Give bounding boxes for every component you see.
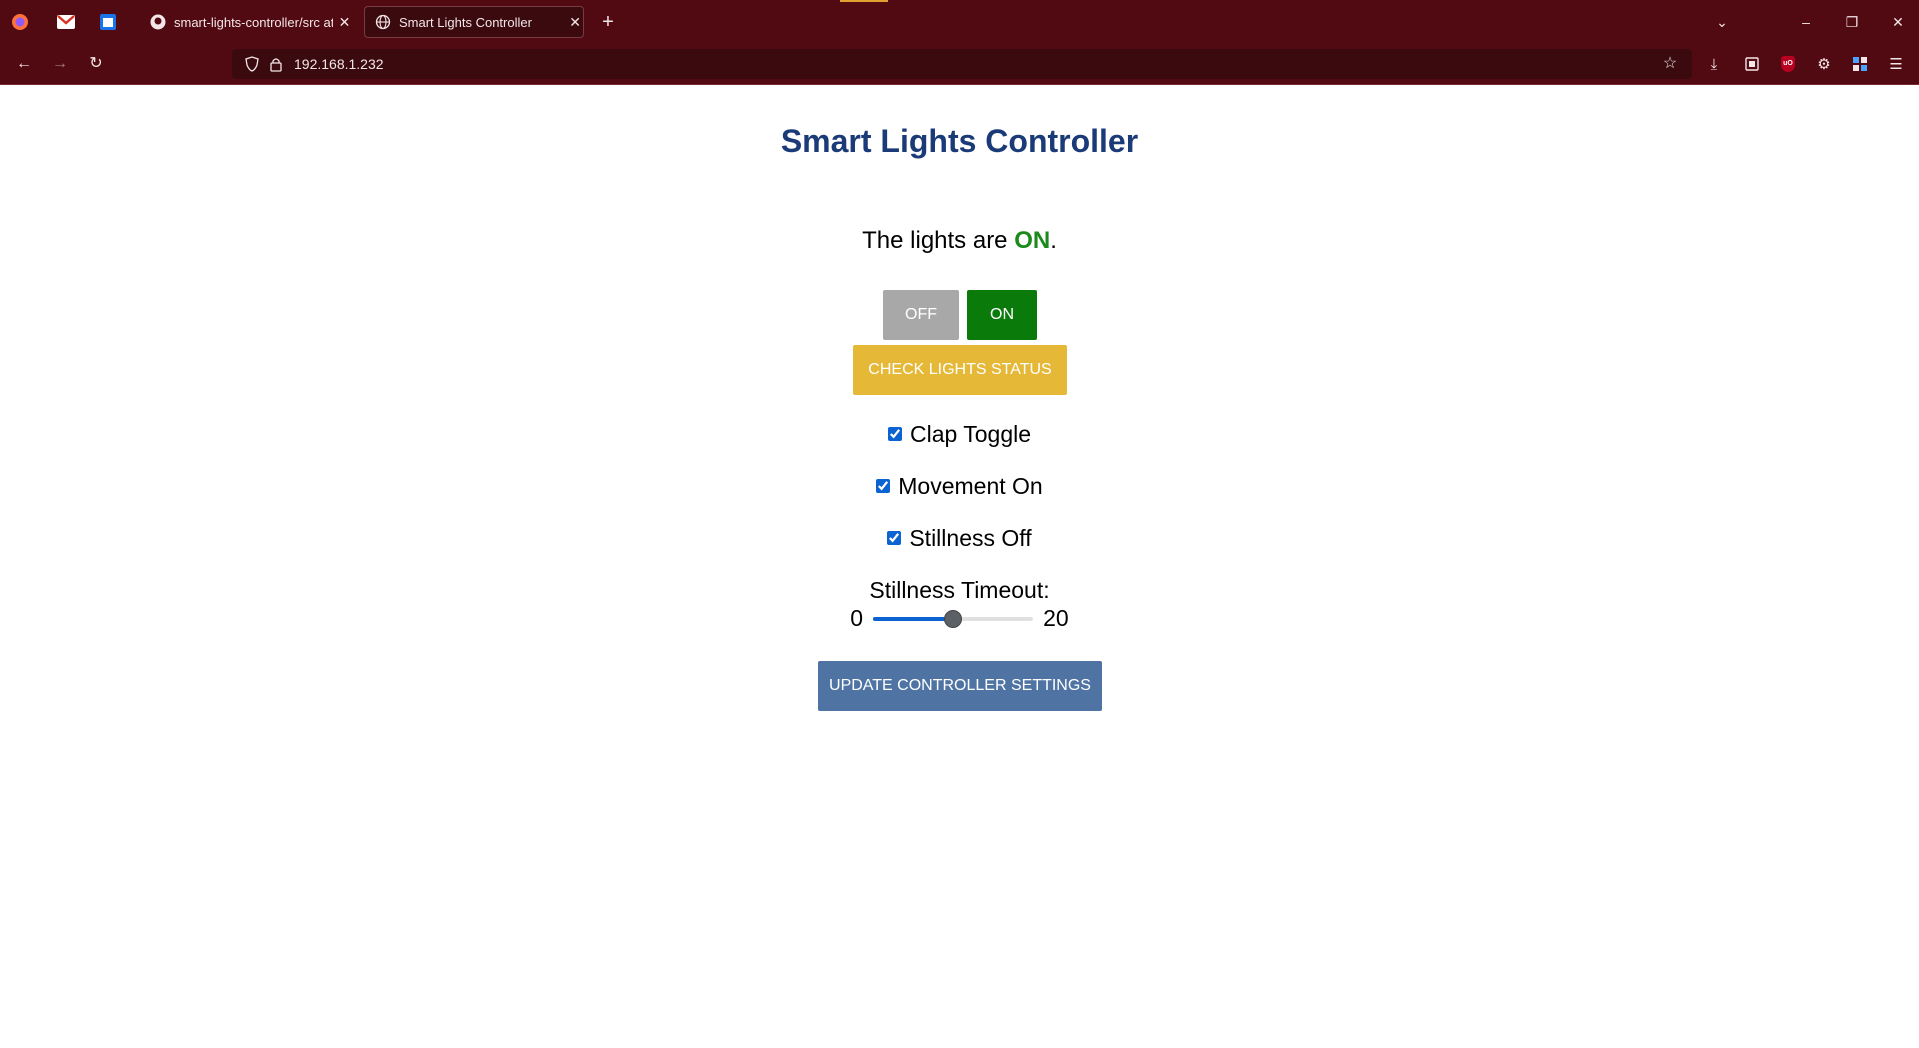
ublock-origin-icon[interactable]: uO — [1776, 52, 1800, 76]
clap-toggle-label: Clap Toggle — [909, 421, 1032, 447]
slider-thumb[interactable] — [944, 609, 963, 628]
gmail-icon[interactable] — [54, 10, 78, 34]
address-bar[interactable]: 192.168.1.232 ☆ — [232, 49, 1692, 79]
stillness-off-checkbox[interactable] — [887, 530, 902, 545]
status-state: ON — [1014, 227, 1051, 254]
tracking-protection-icon[interactable] — [244, 56, 260, 72]
close-tab-icon[interactable]: ✕ — [567, 14, 583, 30]
clap-toggle-checkbox[interactable] — [887, 426, 902, 441]
github-icon — [150, 14, 166, 30]
status-suffix: . — [1050, 227, 1057, 254]
stillness-timeout-slider-row: 0 20 — [0, 605, 1919, 632]
reload-icon[interactable]: ↻ — [84, 52, 108, 76]
movement-on-checkbox[interactable] — [876, 478, 891, 493]
page-content: Smart Lights Controller The lights are O… — [0, 85, 1919, 1048]
movement-on-label: Movement On — [898, 473, 1043, 499]
globe-icon — [375, 14, 391, 30]
url-text[interactable]: 192.168.1.232 — [294, 56, 384, 72]
close-tab-icon[interactable]: ✕ — [337, 14, 352, 30]
check-lights-status-button[interactable]: CHECK LIGHTS STATUS — [853, 345, 1067, 395]
firefox-menu-icon[interactable] — [8, 10, 32, 34]
stillness-off-option: Stillness Off — [0, 525, 1919, 552]
calendar-icon[interactable] — [96, 10, 120, 34]
close-window-button[interactable]: ✕ — [1886, 10, 1910, 34]
back-icon[interactable]: ← — [12, 52, 36, 76]
settings-gear-icon[interactable]: ⚙ — [1812, 52, 1836, 76]
minimize-window-button[interactable]: – — [1794, 10, 1818, 34]
hamburger-menu-icon[interactable]: ☰ — [1884, 52, 1908, 76]
stillness-timeout-slider[interactable] — [873, 607, 1034, 631]
extensions-grid-icon[interactable] — [1848, 52, 1872, 76]
movement-on-option: Movement On — [0, 473, 1919, 500]
browser-nav-bar: ← → ↻ 192.168.1.232 ☆ ⤓ uO ⚙ ☰ — [0, 44, 1919, 85]
page-title: Smart Lights Controller — [780, 123, 1139, 159]
tab-title: smart-lights-controller/src at m — [174, 14, 333, 30]
browser-tab-bar: smart-lights-controller/src at m ✕ Smart… — [0, 0, 1919, 44]
clap-toggle-option: Clap Toggle — [0, 421, 1919, 448]
lock-icon[interactable] — [268, 56, 284, 72]
tab-activity-indicator — [840, 0, 888, 2]
save-to-pocket-icon[interactable] — [1740, 52, 1764, 76]
update-controller-settings-button[interactable]: UPDATE CONTROLLER SETTINGS — [818, 661, 1102, 711]
bookmark-star-icon[interactable]: ☆ — [1660, 54, 1680, 74]
slider-min-label: 0 — [850, 605, 864, 631]
tab-title: Smart Lights Controller — [399, 14, 532, 30]
lights-status-text: The lights are ON. — [0, 227, 1919, 255]
lights-on-button[interactable]: ON — [967, 290, 1037, 340]
status-prefix: The lights are — [862, 227, 1015, 254]
forward-icon[interactable]: → — [48, 52, 72, 76]
stillness-timeout-label: Stillness Timeout: — [869, 577, 1050, 603]
tab-smart-lights[interactable]: Smart Lights Controller ✕ — [364, 6, 584, 38]
list-all-tabs-icon[interactable]: ⌄ — [1710, 10, 1734, 34]
slider-max-label: 20 — [1043, 605, 1069, 631]
restore-window-button[interactable]: ❐ — [1840, 10, 1864, 34]
new-tab-button[interactable]: + — [596, 10, 620, 34]
lights-off-button[interactable]: OFF — [883, 290, 959, 340]
downloads-icon[interactable]: ⤓ — [1702, 52, 1726, 76]
slider-fill — [873, 616, 954, 621]
tab-github[interactable]: smart-lights-controller/src at m ✕ — [140, 6, 352, 38]
stillness-off-label: Stillness Off — [909, 525, 1032, 551]
